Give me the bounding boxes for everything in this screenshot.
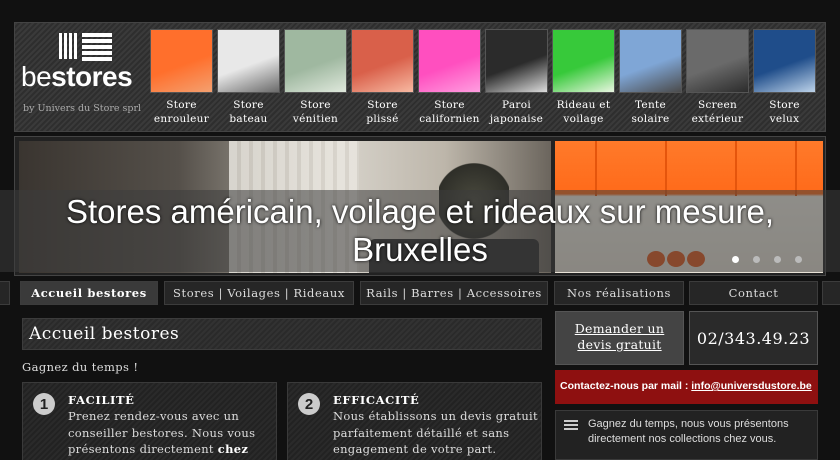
logo-word-be: be <box>21 61 52 92</box>
logo-mark <box>59 33 112 61</box>
product-label-line1: Paroi <box>501 99 532 111</box>
banner-caption: Stores américain, voilage et rideaux sur… <box>0 190 840 272</box>
number-badge: 1 <box>33 393 55 415</box>
product-label: Store bateau <box>217 98 280 126</box>
product-thumbnail <box>150 29 213 93</box>
product-label-line1: Store <box>233 99 264 111</box>
banner-title: Stores américain, voilage et rideaux sur… <box>66 193 774 268</box>
slider-dots <box>732 256 802 263</box>
product-link[interactable]: Rideau et voilage <box>552 29 615 126</box>
contact-email-bar: Contactez-nous par mail : info@universdu… <box>555 370 818 404</box>
product-label-line2: velux <box>769 113 800 125</box>
site-header: bestores by Univers du Store sprl Store e… <box>14 22 826 132</box>
product-label-line2: californien <box>419 113 480 125</box>
product-thumbnail <box>753 29 816 93</box>
product-label-line2: plissé <box>366 113 399 125</box>
product-label: Store enrouleur <box>150 98 213 126</box>
product-label-line1: Rideau et <box>556 99 611 111</box>
product-thumbnail <box>552 29 615 93</box>
product-link[interactable]: Store enrouleur <box>150 29 213 126</box>
product-thumbnail <box>686 29 749 93</box>
product-label-line1: Tente <box>634 99 667 111</box>
product-label-line2: enrouleur <box>153 113 210 125</box>
product-link[interactable]: Store plissé <box>351 29 414 126</box>
product-label-line2: voilage <box>563 113 604 125</box>
number-badge: 2 <box>298 393 320 415</box>
product-label: Paroi japonaise <box>485 98 548 126</box>
slider-dot[interactable] <box>732 256 739 263</box>
quote-request-button[interactable]: Demander un devis gratuit <box>555 311 684 365</box>
phone-number[interactable]: 02/343.49.23 <box>689 311 818 365</box>
product-thumbnail <box>284 29 347 93</box>
feature-body: Prenez rendez-vous avec un conseiller be… <box>68 408 273 460</box>
logo[interactable]: bestores by Univers du Store sprl <box>21 33 146 123</box>
product-label-line1: Screen <box>697 99 738 111</box>
main-content: Accueil bestores Gagnez du temps ! 1 FAC… <box>22 318 542 460</box>
product-label: Store californien <box>418 98 481 126</box>
nav-item-stores[interactable]: Stores | Voilages | Rideaux <box>164 281 354 305</box>
feature-title: FACILITÉ <box>68 393 135 407</box>
list-icon <box>564 420 578 432</box>
feature-body-text: Nous établissons un devis gratuit parfai… <box>333 409 538 456</box>
product-thumbnail <box>351 29 414 93</box>
feature-card: 2 EFFICACITÉ Nous établissons un devis g… <box>287 382 542 460</box>
slider-dot[interactable] <box>774 256 781 263</box>
nav-item-rails[interactable]: Rails | Barres | Accessoires <box>360 281 548 305</box>
product-label: Store plissé <box>351 98 414 126</box>
nav-spacer-right <box>822 281 840 305</box>
product-label-line2: japonaise <box>489 113 544 125</box>
product-label-line2: vénitien <box>292 113 339 125</box>
slider-dot[interactable] <box>753 256 760 263</box>
product-label-line1: Store <box>367 99 398 111</box>
main-nav: Accueil bestores Stores | Voilages | Rid… <box>0 281 840 305</box>
product-thumbnail <box>418 29 481 93</box>
product-link[interactable]: Store bateau <box>217 29 280 126</box>
page-title: Accueil bestores <box>22 318 542 350</box>
feature-body: Nous établissons un devis gratuit parfai… <box>333 408 538 458</box>
product-label: Rideau et voilage <box>552 98 615 126</box>
nav-item-home[interactable]: Accueil bestores <box>20 281 158 305</box>
slider-dot[interactable] <box>795 256 802 263</box>
feature-title: EFFICACITÉ <box>333 393 420 407</box>
product-link[interactable]: Paroi japonaise <box>485 29 548 126</box>
feature-card: 1 FACILITÉ Prenez rendez-vous avec un co… <box>22 382 277 460</box>
nav-spacer-left <box>0 281 10 305</box>
product-label-line1: Store <box>166 99 197 111</box>
product-label-line2: bateau <box>229 113 268 125</box>
nav-item-realisations[interactable]: Nos réalisations <box>554 281 684 305</box>
product-thumbnail <box>485 29 548 93</box>
product-label-line1: Store <box>300 99 331 111</box>
logo-word-stores: stores <box>51 61 133 92</box>
product-label-line1: Store <box>769 99 800 111</box>
info-box: Gagnez du temps, nous vous présentons di… <box>555 410 818 460</box>
product-label: Store vénitien <box>284 98 347 126</box>
contact-label: Contactez-nous par mail : <box>560 380 692 392</box>
product-label-line1: Store <box>434 99 465 111</box>
product-link[interactable]: Screen extérieur <box>686 29 749 126</box>
logo-wordmark: bestores <box>21 61 133 93</box>
info-text: Gagnez du temps, nous vous présentons di… <box>588 418 789 445</box>
product-link[interactable]: Tente solaire <box>619 29 682 126</box>
intro-text: Gagnez du temps ! <box>22 360 139 374</box>
product-label-line2: solaire <box>631 113 670 125</box>
feature-list: 1 FACILITÉ Prenez rendez-vous avec un co… <box>22 382 542 460</box>
product-thumbnail <box>619 29 682 93</box>
logo-tagline: by Univers du Store sprl <box>23 103 142 114</box>
nav-item-contact[interactable]: Contact <box>689 281 818 305</box>
product-link[interactable]: Store vénitien <box>284 29 347 126</box>
contact-email-link[interactable]: info@universdustore.be <box>691 380 812 392</box>
product-label: Store velux <box>753 98 816 126</box>
product-label: Screen extérieur <box>686 98 749 126</box>
product-menu: Store enrouleur Store bateau Store vénitien St… <box>150 29 816 126</box>
product-label: Tente solaire <box>619 98 682 126</box>
product-link[interactable]: Store velux <box>753 29 816 126</box>
product-label-line2: extérieur <box>691 113 744 125</box>
product-link[interactable]: Store californien <box>418 29 481 126</box>
product-thumbnail <box>217 29 280 93</box>
